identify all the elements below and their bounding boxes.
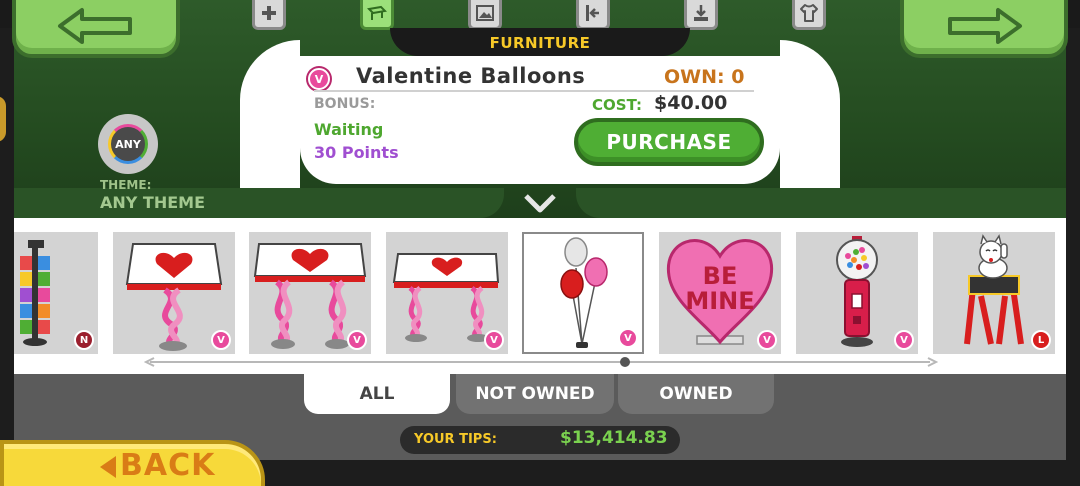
cost-label: COST: — [592, 96, 642, 114]
arrow-left-icon — [58, 8, 132, 44]
tab-plus[interactable] — [252, 0, 286, 30]
back-label: BACK — [120, 448, 216, 483]
category-label: FURNITURE — [489, 34, 591, 52]
tips-label: YOUR TIPS: — [414, 432, 497, 447]
panel-ledge-right — [576, 188, 1066, 218]
purchase-button[interactable]: PURCHASE — [574, 118, 764, 166]
valentine-badge: V — [757, 330, 777, 350]
arrow-right-icon — [948, 8, 1022, 44]
shelf-item-heart-table-double[interactable]: V — [249, 232, 371, 354]
theme-filter-button[interactable]: ANY — [98, 114, 158, 174]
exit-door-icon — [586, 5, 599, 21]
shelf-item-heart-table-long[interactable]: V — [386, 232, 508, 354]
filter-all-tab[interactable]: ALL — [304, 374, 450, 414]
previous-category-button[interactable] — [12, 0, 180, 58]
plus-icon — [262, 6, 276, 20]
next-category-button[interactable] — [900, 0, 1068, 58]
tab-clothing[interactable] — [792, 0, 826, 30]
shelf-scroll-thumb[interactable] — [620, 357, 630, 367]
shelf-item-heart-table-single[interactable]: V — [113, 232, 235, 354]
any-theme-badge: ANY — [108, 124, 148, 164]
limited-badge: L — [1031, 330, 1051, 350]
theme-label: THEME: — [100, 178, 152, 192]
valentine-badge: V — [347, 330, 367, 350]
owned-count: OWN: 0 — [664, 66, 745, 88]
bonus-points: 30 Points — [314, 143, 399, 162]
scroll-left-arrow-icon — [144, 357, 155, 367]
tab-doors[interactable] — [576, 0, 610, 30]
chevron-down-icon[interactable] — [522, 190, 558, 216]
picture-icon — [476, 5, 494, 21]
download-icon — [694, 5, 708, 21]
table-icon — [367, 5, 387, 20]
tab-floors[interactable] — [684, 0, 718, 30]
shelf-item-lucky-cat[interactable]: L — [933, 232, 1055, 354]
valentine-badge: V — [618, 328, 638, 348]
shelf-item-gumball-machine[interactable]: V — [796, 232, 918, 354]
shelf-scroll-track[interactable] — [150, 361, 930, 363]
side-tab-handle[interactable] — [0, 96, 6, 142]
theme-value: ANY THEME — [100, 193, 206, 212]
cost-value: $40.00 — [654, 92, 728, 114]
back-arrow-icon — [100, 456, 116, 478]
tab-wall-decor[interactable] — [468, 0, 502, 30]
item-name: Valentine Balloons — [356, 64, 586, 88]
filter-not-owned-tab[interactable]: NOT OWNED — [456, 374, 614, 414]
heart-sign-text-bottom: MINE — [685, 287, 754, 315]
panel-ledge-left — [14, 188, 504, 218]
bottom-bar — [265, 460, 1080, 486]
shirt-icon — [800, 4, 818, 22]
filter-owned-tab[interactable]: OWNED — [618, 374, 774, 414]
shelf-item-magazine-rack[interactable]: N — [14, 232, 98, 354]
bonus-status: Waiting — [314, 120, 384, 139]
valentine-badge: V — [211, 330, 231, 350]
shelf-item-be-mine-sign[interactable]: BE MINE V — [659, 232, 781, 354]
heart-sign-text-top: BE — [703, 262, 738, 290]
scroll-right-arrow-icon — [927, 357, 938, 367]
bonus-label: BONUS: — [314, 96, 376, 112]
tab-furniture[interactable] — [360, 0, 394, 30]
valentine-badge: V — [484, 330, 504, 350]
valentine-badge: V — [894, 330, 914, 350]
tips-value: $13,414.83 — [560, 428, 668, 448]
shelf-item-valentine-balloons[interactable]: V — [522, 232, 644, 354]
valentine-badge: V — [308, 68, 330, 90]
new-badge: N — [74, 330, 94, 350]
